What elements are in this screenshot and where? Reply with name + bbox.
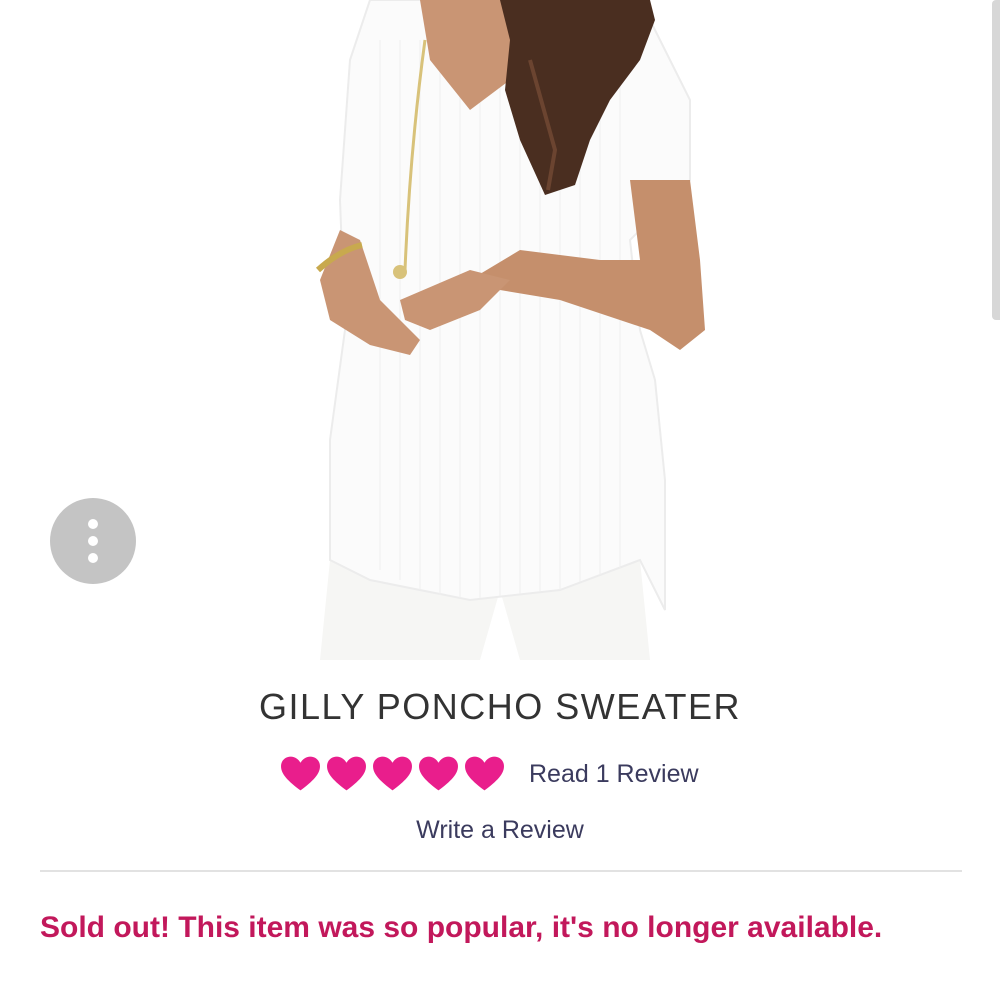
more-options-button[interactable] [50,498,136,584]
product-title: GILLY PONCHO SWEATER [258,686,742,727]
heart-icon [465,756,504,791]
heart-icon [281,756,320,791]
heart-icon [373,756,412,791]
sold-out-message: Sold out! This item was so popular, it's… [40,911,883,944]
write-review-link[interactable]: Write a Review [0,816,1000,845]
more-vertical-icon-dot [88,536,98,546]
model-photo [315,0,705,660]
heart-icon [327,756,366,791]
scrollbar[interactable] [992,0,1000,320]
more-vertical-icon-dot [88,553,98,563]
heart-icon [419,756,458,791]
more-vertical-icon [88,519,98,529]
product-page: GILLY PONCHO SWEATER Read 1 Review Write… [0,0,1000,1000]
read-reviews-link[interactable]: Read 1 Review [529,760,699,789]
product-image[interactable] [0,0,1000,660]
rating-hearts[interactable] [280,755,505,793]
rating-row: Read 1 Review [280,752,699,796]
divider [40,870,962,872]
